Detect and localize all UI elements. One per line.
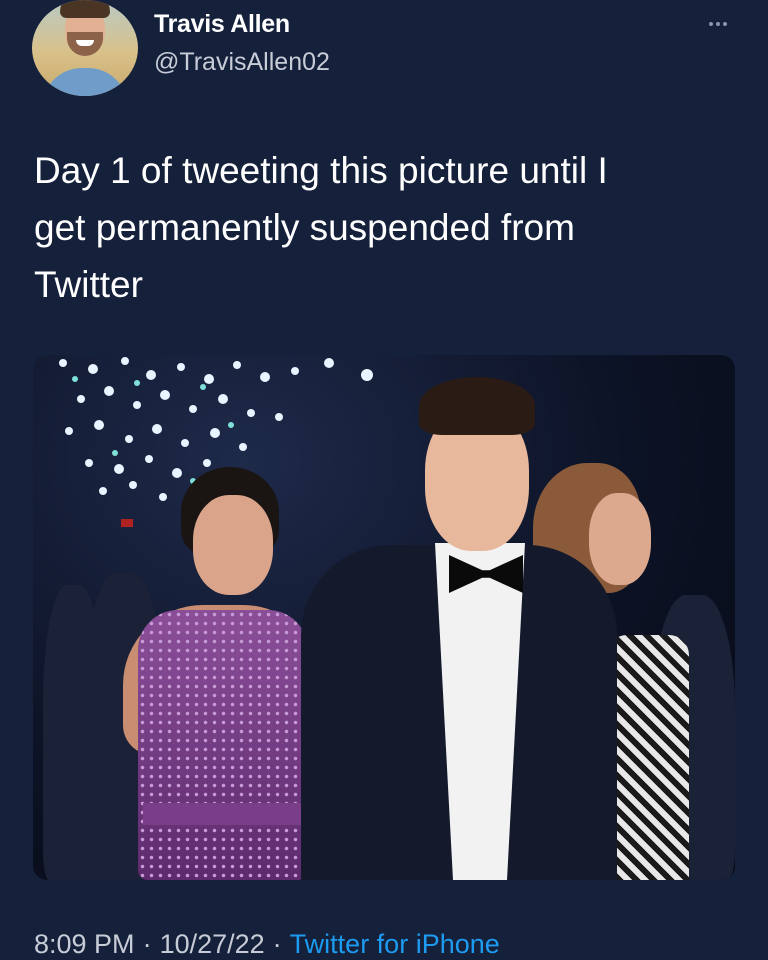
separator: · <box>272 929 282 959</box>
tweet-date[interactable]: 10/27/22 <box>160 929 265 959</box>
author-handle[interactable]: @TravisAllen02 <box>154 48 330 77</box>
tweet-time[interactable]: 8:09 PM <box>34 929 135 959</box>
avatar-hair <box>60 0 110 18</box>
right-woman-face <box>589 493 651 585</box>
avatar-shirt <box>42 68 128 96</box>
author-display-name[interactable]: Travis Allen <box>154 10 290 39</box>
exit-sign <box>121 519 133 527</box>
man-hair <box>419 377 535 435</box>
woman-dress <box>138 610 308 880</box>
woman-belt <box>143 803 303 825</box>
ellipsis-icon[interactable] <box>694 10 742 38</box>
separator: · <box>142 929 152 959</box>
avatar[interactable] <box>32 0 138 96</box>
tweet-photo[interactable] <box>33 355 735 880</box>
tweet-timestamp: 8:09 PM · 10/27/22 · Twitter for iPhone <box>34 929 500 960</box>
woman-face <box>193 495 273 595</box>
right-woman-dress <box>607 635 689 880</box>
tweet-source-link[interactable]: Twitter for iPhone <box>290 929 500 959</box>
tweet-text: Day 1 of tweeting this picture until I g… <box>34 150 608 305</box>
